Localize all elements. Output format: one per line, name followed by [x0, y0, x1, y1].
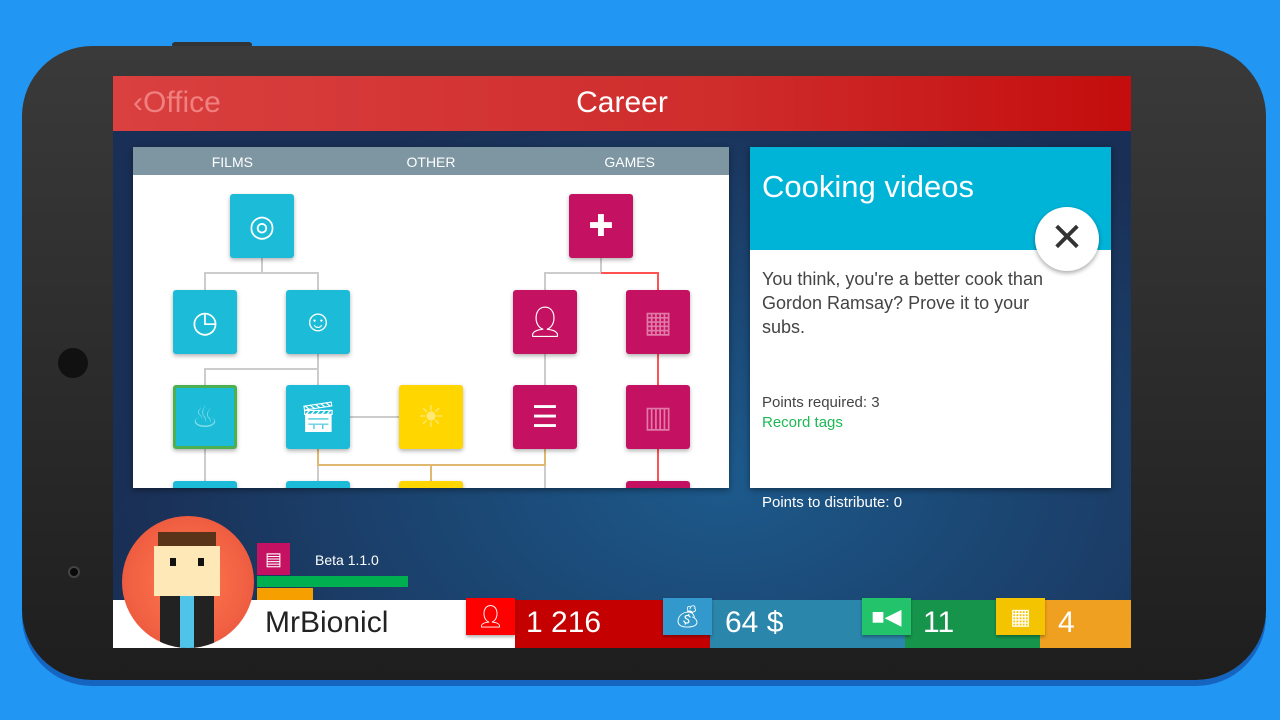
node-gamepad-icon[interactable]: ✚: [569, 194, 633, 258]
node-partial[interactable]: [399, 481, 463, 488]
requirement-link[interactable]: Record tags: [762, 414, 843, 431]
speaker-icon: [58, 348, 88, 378]
node-camera-aperture-icon[interactable]: ◎: [230, 194, 294, 258]
node-partial[interactable]: [626, 481, 690, 488]
subscribers-value: 1 216: [526, 606, 602, 639]
calendar-icon: ▦: [996, 598, 1045, 635]
message-icon[interactable]: ▤: [257, 543, 290, 575]
video-camera-icon: ■◀: [862, 598, 911, 635]
node-smiley-tag-icon[interactable]: ☺: [286, 290, 350, 354]
top-bar: ‹Office Career: [113, 76, 1131, 131]
money-value: 64 $: [725, 606, 784, 639]
node-partial[interactable]: [286, 481, 350, 488]
days-stat: [1040, 600, 1131, 648]
detail-card: Cooking videos ✕ You think, you're a bet…: [750, 147, 1111, 488]
node-partial[interactable]: [173, 481, 237, 488]
xp-bar-orange: [257, 588, 313, 600]
node-clapperboard-icon[interactable]: 🎬︎: [286, 385, 350, 449]
points-required: Points required: 3: [762, 394, 880, 411]
detail-title: Cooking videos: [762, 169, 974, 204]
avatar[interactable]: [122, 516, 254, 648]
xp-bar-green: [257, 576, 408, 587]
game-screen: ‹Office Career FILMS OTHER GAMES ◎ ◷ ☺ ♨…: [113, 76, 1131, 648]
points-to-distribute: Points to distribute: 0: [762, 494, 903, 511]
node-person-icon[interactable]: 👤︎: [513, 290, 577, 354]
node-clock-icon[interactable]: ◷: [173, 290, 237, 354]
status-bar: MrBionicl 👤︎ 1 216 💰︎ 64 $ ■◀ 11 ▦ 4: [113, 598, 1131, 648]
days-value: 4: [1058, 606, 1075, 639]
person-icon: 👤︎: [466, 598, 515, 635]
node-map-icon[interactable]: ▥: [626, 385, 690, 449]
player-name: MrBionicl: [265, 606, 389, 639]
node-flame-icon[interactable]: ♨: [173, 385, 237, 449]
money-bag-icon: 💰︎: [663, 598, 712, 635]
detail-description: You think, you're a better cook than Gor…: [762, 269, 1043, 337]
skill-tree: FILMS OTHER GAMES ◎ ◷ ☺ ♨ 🎬︎ ☀ ✚ 👤︎ ▦ ☰ …: [133, 147, 729, 488]
node-list-icon[interactable]: ☰: [513, 385, 577, 449]
camera-icon: [68, 566, 80, 578]
videos-value: 11: [923, 606, 955, 639]
version-label: Beta 1.1.0: [315, 552, 379, 568]
page-title: Career: [576, 86, 668, 119]
node-creeper-icon[interactable]: ▦: [626, 290, 690, 354]
close-icon[interactable]: ✕: [1035, 207, 1099, 271]
node-sun-icon[interactable]: ☀: [399, 385, 463, 449]
